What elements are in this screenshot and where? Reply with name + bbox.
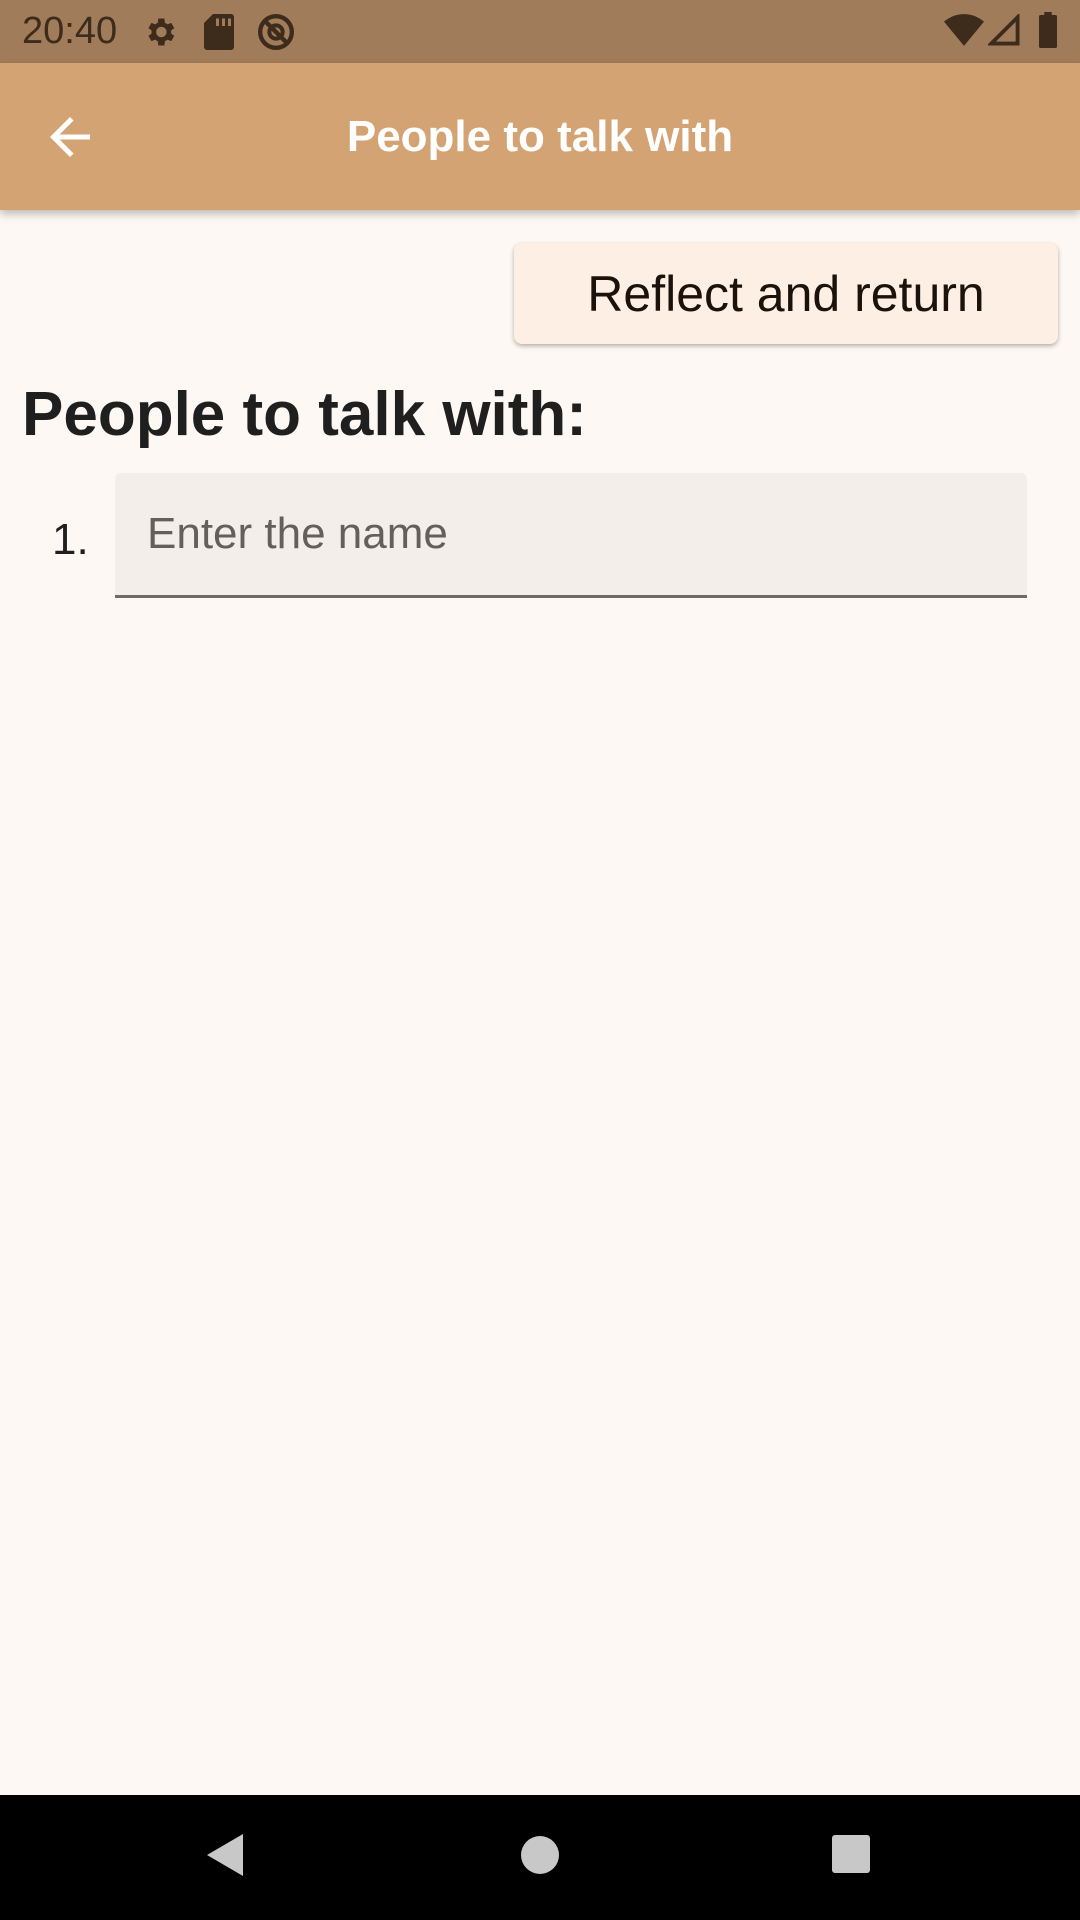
- arrow-left-icon: [50, 117, 90, 157]
- app-bar: People to talk with: [0, 63, 1080, 210]
- navigation-bar: [0, 1795, 1080, 1920]
- reflect-and-return-button[interactable]: Reflect and return: [514, 243, 1058, 344]
- gear-icon: [148, 18, 175, 46]
- name-input[interactable]: [115, 473, 1027, 598]
- no-sign-icon: [258, 14, 294, 50]
- back-triangle-icon[interactable]: [205, 1832, 245, 1878]
- list-item-number: 1.: [52, 515, 89, 564]
- signal-icon: [988, 14, 1020, 46]
- page-title: People to talk with: [346, 112, 734, 161]
- home-circle-icon[interactable]: [519, 1834, 561, 1876]
- sd-card-icon: [204, 14, 234, 50]
- wifi-icon: [944, 14, 984, 46]
- battery-icon: [1039, 12, 1057, 48]
- status-time: 20:40: [22, 10, 118, 52]
- status-bar: 20:40: [0, 0, 1080, 63]
- section-title: People to talk with:: [22, 380, 587, 449]
- recents-square-icon[interactable]: [831, 1834, 871, 1874]
- back-button[interactable]: [40, 107, 100, 167]
